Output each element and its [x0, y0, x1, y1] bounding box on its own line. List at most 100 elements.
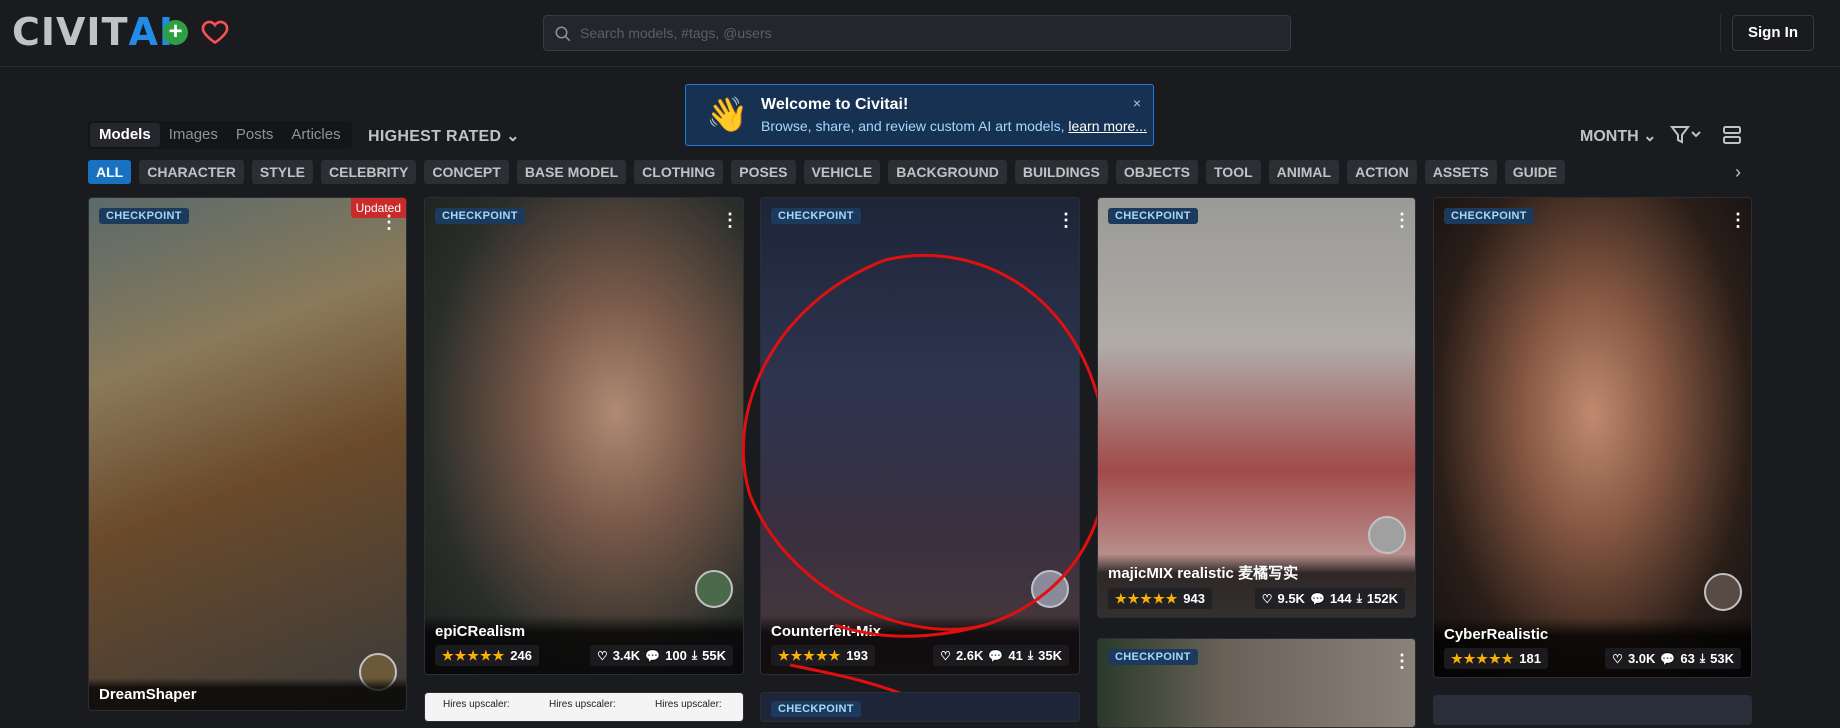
learn-more-link[interactable]: learn more... — [1068, 118, 1147, 134]
tag-action[interactable]: ACTION — [1347, 160, 1417, 184]
search-bar[interactable] — [543, 15, 1291, 51]
tag-tool[interactable]: TOOL — [1206, 160, 1261, 184]
upscaler-label: Hires upscaler: — [655, 699, 722, 710]
comment-icon: 💬 — [1309, 591, 1325, 606]
period-label: MONTH — [1580, 128, 1639, 145]
avatar[interactable] — [1368, 516, 1406, 554]
welcome-text: Browse, share, and review custom AI art … — [761, 118, 1147, 134]
model-type-badge: CHECKPOINT — [771, 208, 861, 224]
like-count: 3.4K — [612, 648, 641, 663]
model-type-badge: CHECKPOINT — [1444, 208, 1534, 224]
tag-celebrity[interactable]: CELEBRITY — [321, 160, 417, 184]
header-divider — [1720, 14, 1721, 52]
more-options-icon[interactable]: ⋮ — [721, 210, 739, 230]
avatar[interactable] — [695, 570, 733, 608]
tag-vehicle[interactable]: VEHICLE — [803, 160, 881, 184]
comment-count: 100 — [665, 648, 687, 663]
card-info: DreamShaper — [89, 678, 406, 710]
chevron-right-icon[interactable]: › — [1728, 160, 1748, 184]
rating-count: 246 — [510, 648, 532, 663]
sort-dropdown[interactable]: HIGHEST RATED ⌄ — [368, 126, 520, 146]
tag-animal[interactable]: ANIMAL — [1268, 160, 1340, 184]
more-options-icon[interactable]: ⋮ — [1729, 210, 1747, 230]
model-card[interactable] — [1433, 695, 1752, 725]
chevron-down-icon: ⌄ — [1643, 128, 1657, 145]
upscaler-label: Hires upscaler: — [549, 699, 616, 710]
welcome-banner: 👋 Welcome to Civitai! Browse, share, and… — [685, 84, 1154, 146]
create-plus-button[interactable]: + — [163, 20, 188, 45]
search-input[interactable] — [580, 25, 1290, 41]
civitai-logo[interactable]: CIVIT AI — [12, 13, 174, 51]
rating-pill: ★★★★★ 181 — [1444, 648, 1548, 669]
model-card-image — [89, 198, 406, 710]
sign-in-button[interactable]: Sign In — [1732, 15, 1814, 51]
engagement-pill: ♡ 3.4K 💬 100 ⤓ 55K — [589, 645, 733, 666]
model-name: DreamShaper — [99, 686, 197, 703]
comment-icon: 💬 — [645, 648, 661, 663]
tag-base-model[interactable]: BASE MODEL — [516, 160, 627, 184]
close-icon[interactable]: × — [1133, 95, 1141, 111]
heart-icon: ♡ — [1261, 591, 1273, 606]
more-options-icon[interactable]: ⋮ — [380, 212, 398, 232]
model-card[interactable]: CHECKPOINT ⋮ epiCRealism ★★★★★ 246 ♡ 3.4K … — [424, 197, 744, 675]
star-rating-icon: ★★★★★ — [442, 647, 506, 663]
engagement-pill: ♡ 3.0K 💬 63 ⤓ 53K — [1605, 648, 1741, 669]
engagement-pill: ♡ 9.5K 💬 144 ⤓ 152K — [1254, 588, 1405, 609]
tag-assets[interactable]: ASSETS — [1424, 160, 1497, 184]
segment-posts[interactable]: Posts — [227, 123, 283, 147]
tag-objects[interactable]: OBJECTS — [1115, 160, 1198, 184]
layout-toggle-button[interactable] — [1722, 124, 1742, 146]
heart-icon: ♡ — [1612, 651, 1623, 666]
model-name: epiCRealism — [435, 623, 526, 640]
download-count: 55K — [702, 648, 726, 663]
card-stats: ★★★★★ 943 ♡ 9.5K 💬 144 ⤓ 152K — [1108, 588, 1405, 609]
model-card[interactable]: CHECKPOINT ⋮ CyberRealistic ★★★★★ 181 ♡ 3.… — [1433, 197, 1752, 678]
welcome-title: Welcome to Civitai! — [761, 96, 909, 113]
tag-background[interactable]: BACKGROUND — [888, 160, 1007, 184]
model-card-image — [425, 198, 743, 674]
model-card[interactable]: CHECKPOINT — [760, 692, 1080, 722]
card-info: epiCRealism ★★★★★ 246 ♡ 3.4K 💬 100 ⤓ 55K — [425, 615, 743, 674]
more-options-icon[interactable]: ⋮ — [1393, 651, 1411, 671]
segment-articles[interactable]: Articles — [282, 123, 349, 147]
filter-icon — [1670, 126, 1701, 144]
welcome-body: Browse, share, and review custom AI art … — [761, 118, 1065, 134]
tag-all[interactable]: ALL — [88, 160, 132, 184]
model-type-badge: CHECKPOINT — [99, 208, 189, 224]
comment-count: 63 — [1680, 651, 1695, 666]
like-count: 3.0K — [1627, 651, 1656, 666]
rating-pill: ★★★★★ 943 — [1108, 588, 1212, 609]
model-type-badge: CHECKPOINT — [435, 208, 525, 224]
download-count: 53K — [1710, 651, 1734, 666]
tag-style[interactable]: STYLE — [251, 160, 314, 184]
segment-models[interactable]: Models — [90, 123, 160, 147]
period-dropdown[interactable]: MONTH ⌄ — [1580, 126, 1657, 146]
download-icon: ⤓ — [1356, 591, 1362, 605]
model-card[interactable]: CHECKPOINT ⋮ majicMIX realistic 麦橘写实 ★★★… — [1097, 197, 1416, 618]
avatar[interactable] — [1704, 573, 1742, 611]
waving-hand-icon: 👋 — [706, 96, 749, 134]
tag-clothing[interactable]: CLOTHING — [634, 160, 724, 184]
tag-buildings[interactable]: BUILDINGS — [1014, 160, 1108, 184]
download-icon: ⤓ — [1699, 651, 1706, 665]
star-rating-icon: ★★★★★ — [1451, 650, 1515, 666]
model-card[interactable]: CHECKPOINT Updated ⋮ DreamShaper — [88, 197, 407, 711]
chevron-down-icon: ⌄ — [506, 128, 520, 145]
support-heart-icon[interactable] — [201, 18, 229, 46]
more-options-icon[interactable]: ⋮ — [1393, 210, 1411, 230]
tag-poses[interactable]: POSES — [731, 160, 796, 184]
filter-button[interactable] — [1670, 124, 1706, 146]
content-type-segment: Models Images Posts Articles — [88, 121, 352, 149]
comment-icon: 💬 — [1660, 651, 1676, 666]
card-info: majicMIX realistic 麦橘写实 ★★★★★ 943 ♡ 9.5K 💬… — [1098, 554, 1415, 617]
model-card-image — [1434, 198, 1751, 677]
tag-guide[interactable]: GUIDE — [1504, 160, 1566, 184]
tag-concept[interactable]: CONCEPT — [424, 160, 509, 184]
more-options-icon[interactable]: ⋮ — [1057, 210, 1075, 230]
segment-images[interactable]: Images — [160, 123, 227, 147]
rating-count: 943 — [1183, 591, 1205, 606]
model-card[interactable]: CHECKPOINT ⋮ — [1097, 638, 1416, 728]
comment-count: 144 — [1329, 591, 1352, 606]
tag-character[interactable]: CHARACTER — [139, 160, 244, 184]
model-card[interactable]: Hires upscaler: Hires upscaler: Hires up… — [424, 692, 744, 722]
